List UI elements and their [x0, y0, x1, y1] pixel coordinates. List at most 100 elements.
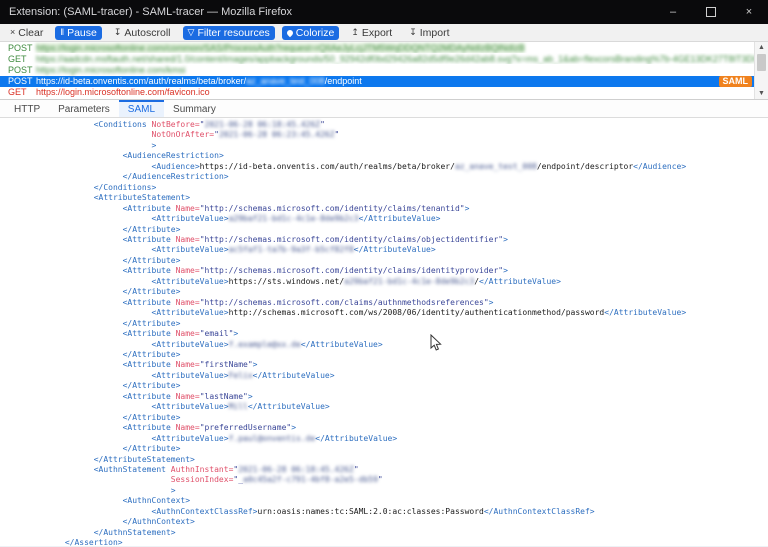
- xml-line: <Attribute Name="firstName">: [0, 360, 768, 370]
- xml-segment: ": [378, 475, 383, 484]
- xml-segment: <AuthnContextClassRef>: [152, 507, 258, 516]
- filter-icon: ▽: [188, 28, 195, 37]
- pause-button[interactable]: ‖Pause: [55, 26, 102, 40]
- xml-line: </AttributeStatement>: [0, 455, 768, 465]
- xml-segment: </Attribute>: [123, 444, 181, 453]
- scrollbar-track[interactable]: [755, 53, 768, 88]
- xml-segment: Name=: [176, 204, 200, 213]
- saml-badge: SAML: [719, 76, 753, 87]
- xml-segment: "firstName": [200, 360, 253, 369]
- xml-segment: </AttributeValue>: [359, 214, 441, 223]
- request-row[interactable]: GEThttps://aadcdn.msftauth.net/shared/1.…: [0, 53, 754, 64]
- xml-segment: <AudienceRestriction>: [123, 151, 224, 160]
- xml-segment: <AttributeValue>: [152, 402, 229, 411]
- xml-redacted-text: a29baf21-bd1c-4c1e-8de9b2c3: [344, 277, 474, 286]
- xml-redacted-text: 2021-06-28 06:23:45.426Z: [219, 130, 335, 139]
- xml-segment: <Attribute: [123, 266, 176, 275]
- autoscroll-button[interactable]: ↧Autoscroll: [109, 26, 176, 40]
- request-method: POST: [8, 43, 36, 53]
- request-url: https://id-beta.onventis.com/auth/realms…: [36, 76, 362, 86]
- xml-line: <AttributeValue>http://schemas.microsoft…: [0, 308, 768, 318]
- minimize-icon: –: [670, 6, 676, 18]
- xml-segment: >: [503, 266, 508, 275]
- xml-segment: </AuthnContextClassRef>: [484, 507, 595, 516]
- xml-segment: urn:oasis:names:tc:SAML:2.0:ac:classes:P…: [257, 507, 483, 516]
- xml-segment: </Attribute>: [123, 256, 181, 265]
- xml-line: <Attribute Name="http://schemas.microsof…: [0, 235, 768, 245]
- request-rows: POSThttps://login.microsoftonline.com/co…: [0, 42, 768, 98]
- xml-redacted-text: f.example@xx.de: [229, 340, 301, 349]
- xml-segment: <Attribute: [123, 235, 176, 244]
- request-row[interactable]: POSThttps://id-beta.onventis.com/auth/re…: [0, 76, 754, 87]
- xml-line: </Attribute>: [0, 287, 768, 297]
- scrollbar-thumb[interactable]: [757, 54, 766, 71]
- xml-line: <Attribute Name="http://schemas.microsof…: [0, 298, 768, 308]
- pause-label: Pause: [67, 27, 97, 39]
- xml-segment: <AttributeValue>: [152, 245, 229, 254]
- xml-segment: "_: [233, 475, 243, 484]
- xml-segment: ": [354, 465, 359, 474]
- colorize-button[interactable]: Colorize: [282, 26, 340, 40]
- xml-segment: https://sts.windows.net/: [229, 277, 345, 286]
- xml-line: <AttributeStatement>: [0, 193, 768, 203]
- xml-segment: "http://schemas.microsoft.com/identity/c…: [200, 266, 503, 275]
- request-method: POST: [8, 65, 36, 75]
- xml-segment: </Attribute>: [123, 225, 181, 234]
- tab-parameters[interactable]: Parameters: [49, 100, 119, 117]
- xml-line: <AttributeValue>https://sts.windows.net/…: [0, 277, 768, 287]
- export-button[interactable]: ↥Export: [346, 26, 397, 40]
- xml-redacted-text: f.paul@onventis.de: [229, 434, 316, 443]
- xml-segment: <Audience>: [152, 162, 200, 171]
- request-method: GET: [8, 87, 36, 97]
- minimize-button[interactable]: –: [654, 0, 692, 24]
- xml-segment: Name=: [176, 392, 200, 401]
- xml-segment: <AttributeValue>: [152, 214, 229, 223]
- request-row[interactable]: POSThttps://login.microsoftonline.com/co…: [0, 42, 754, 53]
- xml-line: <AudienceRestriction>: [0, 151, 768, 161]
- xml-line: </Attribute>: [0, 350, 768, 360]
- xml-segment: <Conditions: [94, 120, 152, 129]
- xml-segment: NotBefore=: [152, 120, 200, 129]
- xml-redacted-text: 2021-06-28 06:18:45.426Z: [238, 465, 354, 474]
- request-list-scrollbar[interactable]: ▲ ▼: [754, 42, 768, 99]
- tab-saml[interactable]: SAML: [119, 100, 164, 117]
- xml-segment: </Conditions>: [94, 183, 157, 192]
- xml-line: </Attribute>: [0, 381, 768, 391]
- scroll-up-icon[interactable]: ▲: [755, 42, 768, 53]
- title-bar: Extension: (SAML-tracer) - SAML-tracer —…: [0, 0, 768, 24]
- xml-line: SessionIndex="_a0c45a2f-c791-4bf8-a2e5-d…: [0, 475, 768, 485]
- xml-segment: </AttributeValue>: [248, 402, 330, 411]
- xml-segment: <AttributeStatement>: [94, 193, 190, 202]
- xml-segment: "lastName": [200, 392, 248, 401]
- request-row[interactable]: POSThttps://login.microsoftonline.com/km…: [0, 64, 754, 75]
- xml-redacted-text: 2021-06-28 06:18:45.426Z: [205, 120, 321, 129]
- xml-segment: AuthnInstant=: [171, 465, 234, 474]
- request-url-segment: https://login.microsoftonline.com/common…: [36, 43, 525, 53]
- autoscroll-icon: ↧: [114, 28, 122, 37]
- xml-line: <Conditions NotBefore="2021-06-28 06:18:…: [0, 120, 768, 130]
- request-method: POST: [8, 76, 36, 86]
- xml-segment: </AttributeStatement>: [94, 455, 195, 464]
- xml-segment: </Attribute>: [123, 350, 181, 359]
- xml-segment: </AttributeValue>: [301, 340, 383, 349]
- xml-line: </AudienceRestriction>: [0, 172, 768, 182]
- clear-button[interactable]: ×Clear: [5, 26, 48, 40]
- tab-http[interactable]: HTTP: [5, 100, 49, 117]
- request-url-segment: /endpoint: [325, 76, 362, 86]
- xml-segment: <Attribute: [123, 360, 176, 369]
- xml-line: <Attribute Name="preferredUsername">: [0, 423, 768, 433]
- import-button[interactable]: ↧Import: [404, 26, 454, 40]
- close-button[interactable]: ×: [730, 0, 768, 24]
- xml-line: <Attribute Name="lastName">: [0, 392, 768, 402]
- tab-summary[interactable]: Summary: [164, 100, 225, 117]
- request-url-segment: https://id-beta.onventis.com/auth/realms…: [36, 76, 246, 86]
- filter-resources-button[interactable]: ▽Filter resources: [183, 26, 275, 40]
- request-row[interactable]: GEThttps://login.microsoftonline.com/fav…: [0, 87, 754, 98]
- xml-line: NotOnOrAfter="2021-06-28 06:23:45.426Z": [0, 130, 768, 140]
- xml-segment: </AttributeValue>: [479, 277, 561, 286]
- xml-segment: Name=: [176, 360, 200, 369]
- request-url: https://aadcdn.msftauth.net/shared/1.0/c…: [36, 54, 754, 64]
- scroll-down-icon[interactable]: ▼: [755, 88, 768, 99]
- maximize-button[interactable]: [692, 0, 730, 24]
- xml-segment: </AttributeValue>: [253, 371, 335, 380]
